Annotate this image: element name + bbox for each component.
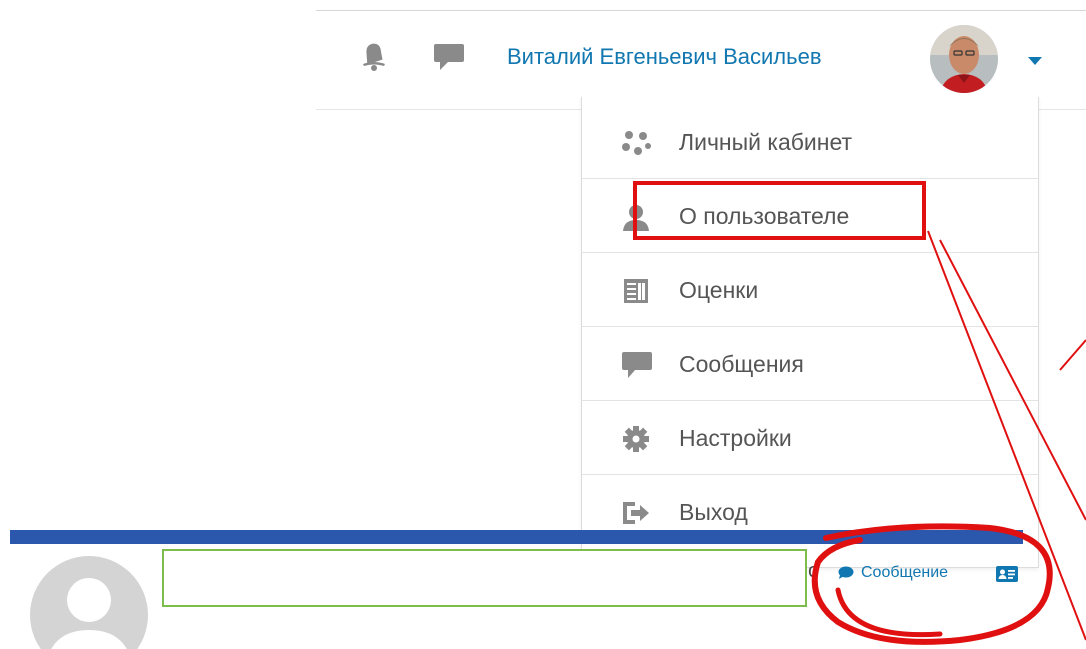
menu-item-label: Оценки	[679, 277, 759, 303]
contact-card-icon[interactable]	[996, 566, 1018, 582]
menu-item-profile[interactable]: О пользователе	[582, 179, 1038, 253]
user-icon	[623, 205, 649, 231]
partial-text: о	[808, 560, 820, 582]
avatar-photo	[930, 25, 998, 93]
menu-item-label: Настройки	[679, 425, 792, 451]
menu-item-grades[interactable]: Оценки	[582, 253, 1038, 327]
profile-header-bar	[10, 530, 1023, 544]
menu-item-dashboard[interactable]: Личный кабинет	[582, 105, 1038, 179]
page: Виталий Евгеньевич Васильев Личный кабин…	[0, 0, 1086, 649]
menu-item-label: О пользователе	[679, 203, 850, 229]
chevron-down-icon[interactable]	[1028, 57, 1042, 65]
dashboard-icon	[622, 131, 651, 155]
annotation-arrow-line	[1059, 339, 1086, 371]
send-message-label: Сообщение	[861, 564, 949, 581]
highlighted-name-field	[162, 549, 807, 607]
menu-item-messages[interactable]: Сообщения	[582, 327, 1038, 401]
menu-item-label: Сообщения	[679, 351, 804, 377]
menu-item-label: Выход	[679, 499, 748, 525]
default-avatar	[30, 556, 148, 649]
send-message-link[interactable]: Сообщение	[838, 564, 948, 582]
navbar: Виталий Евгеньевич Васильев	[316, 11, 1086, 110]
message-bubble-icon	[622, 352, 652, 378]
user-silhouette-icon	[51, 578, 127, 649]
annotation-circle-scribble	[835, 587, 943, 638]
user-name-link[interactable]: Виталий Евгеньевич Васильев	[507, 44, 822, 70]
bell-icon[interactable]	[360, 40, 388, 72]
menu-item-label: Личный кабинет	[679, 129, 853, 155]
user-avatar[interactable]	[930, 25, 998, 93]
speech-bubble-icon	[838, 566, 854, 579]
chat-bubble-icon[interactable]	[432, 42, 466, 72]
menu-item-settings[interactable]: Настройки	[582, 401, 1038, 475]
gear-icon	[623, 426, 649, 452]
logout-icon	[623, 502, 649, 524]
grades-table-icon	[624, 279, 648, 303]
user-dropdown-menu: Личный кабинет О пользователе Оценки Соо…	[581, 97, 1039, 568]
